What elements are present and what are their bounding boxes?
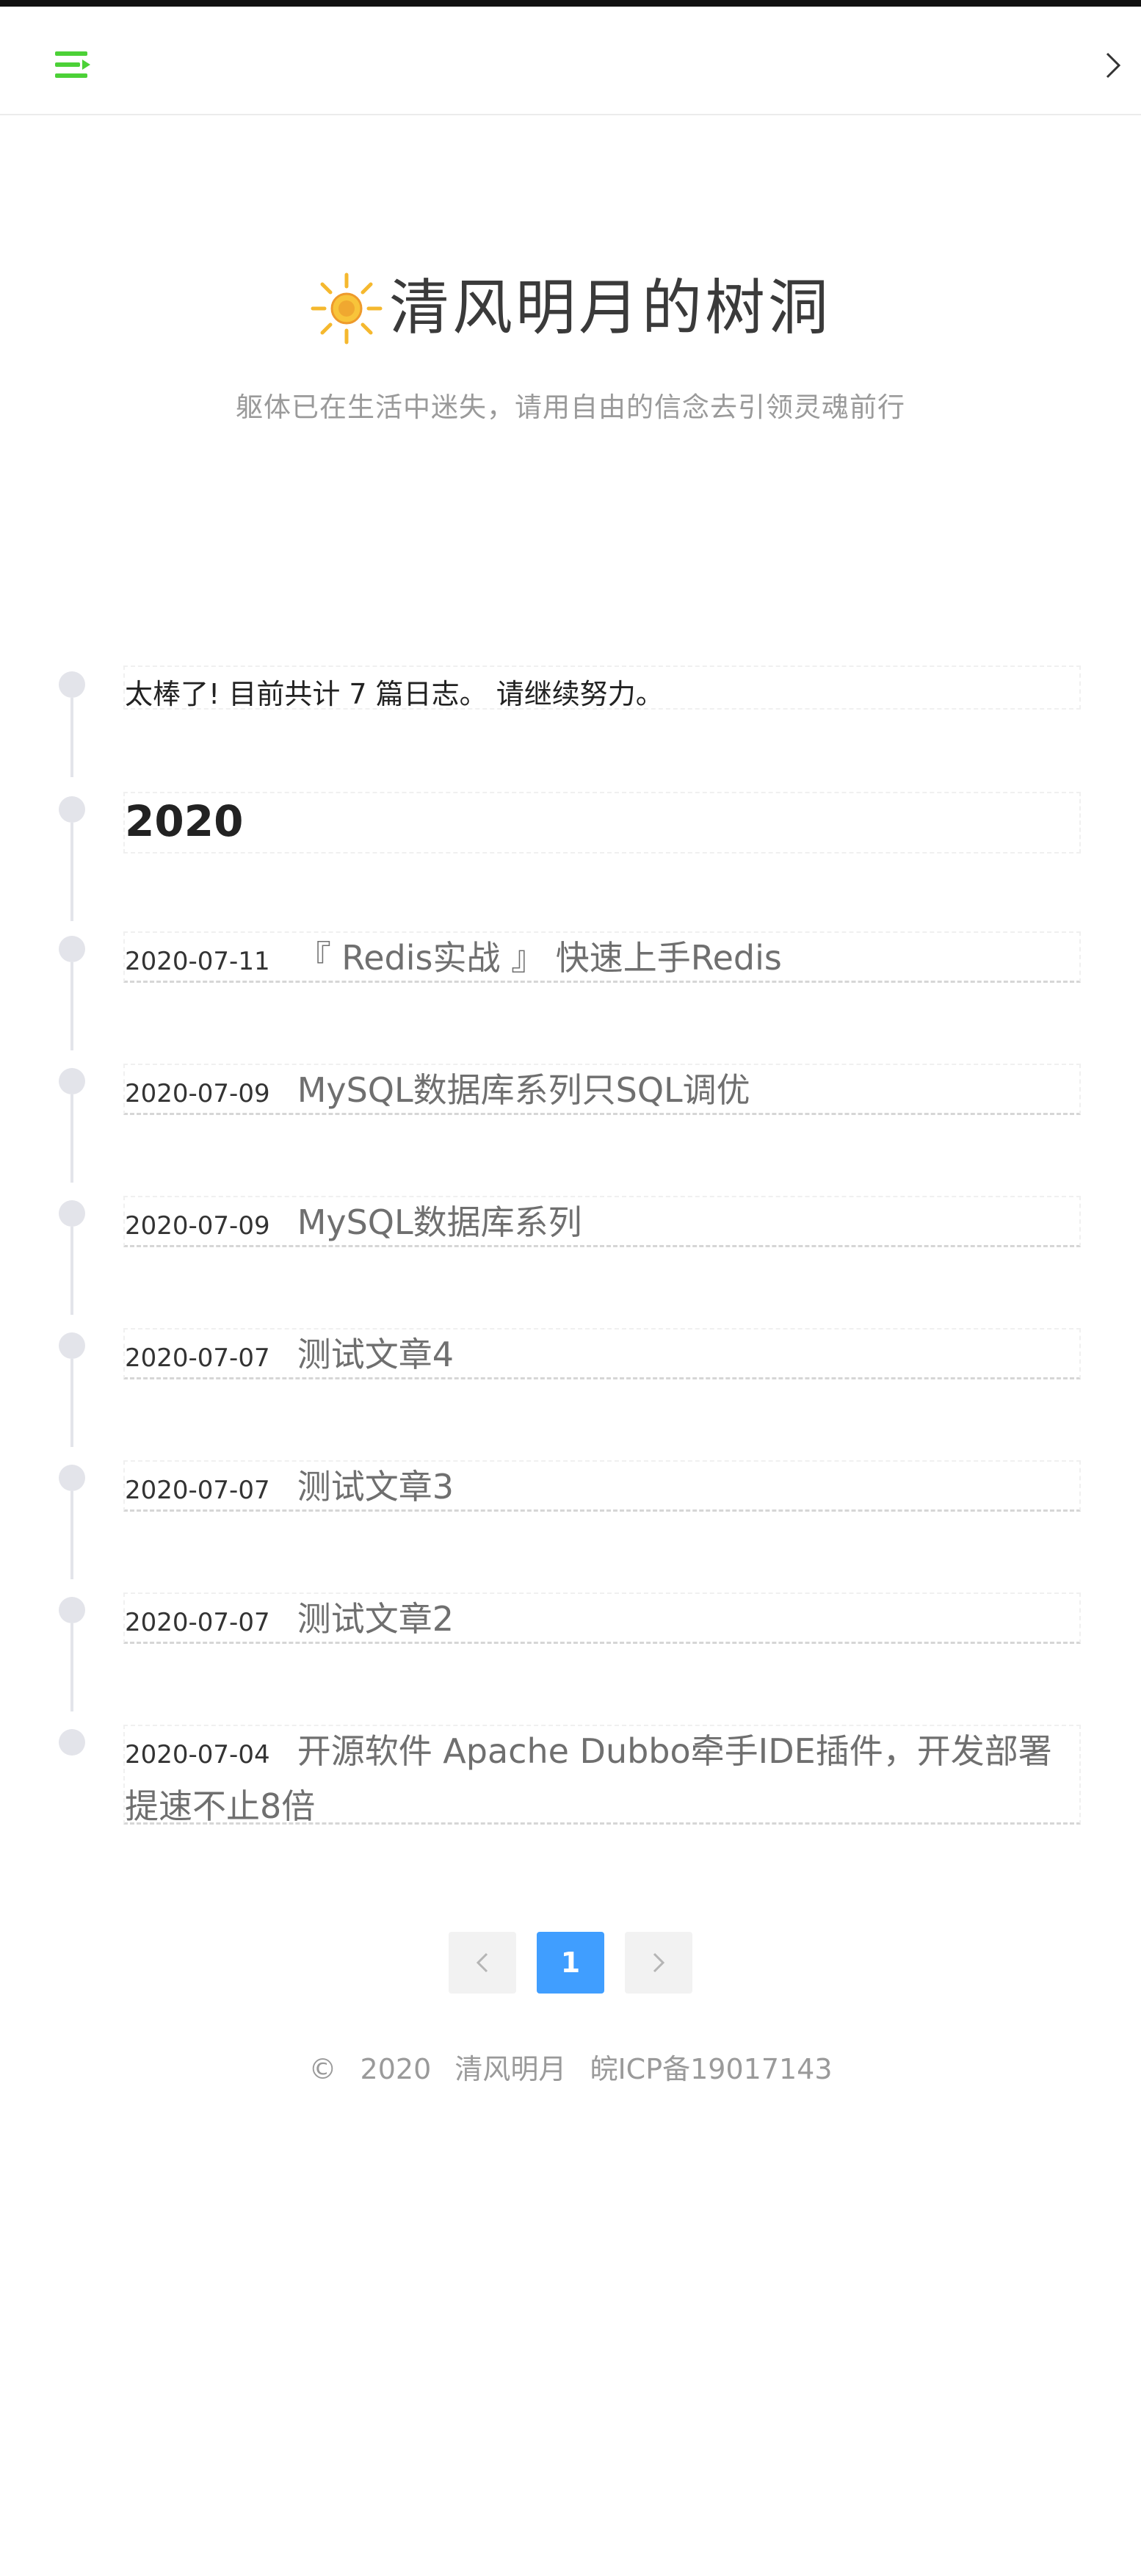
- post-count-summary: 太棒了! 目前共计 7 篇日志。 请继续努力。: [125, 678, 664, 710]
- timeline-dot: [59, 1729, 85, 1756]
- post-date: 2020-07-09: [125, 1079, 270, 1108]
- timeline-dot: [59, 796, 85, 823]
- site-title[interactable]: 清风明月的树洞: [389, 278, 831, 339]
- timeline-dot: [59, 1597, 85, 1623]
- timeline-dot: [59, 1465, 85, 1491]
- site-footer: © 2020 清风明月 皖ICP备19017143: [0, 2046, 1141, 2087]
- top-border: [0, 0, 1141, 7]
- timeline-dot: [59, 1332, 85, 1359]
- post-date: 2020-07-11: [125, 947, 270, 976]
- top-header: [0, 7, 1141, 115]
- post-date: 2020-07-07: [125, 1476, 270, 1505]
- timeline-line: [70, 962, 73, 1050]
- chevron-right-icon: [653, 1952, 665, 1973]
- copyright-symbol: ©: [308, 2053, 337, 2085]
- site-brand: 清风明月的树洞 躯体已在生活中迷失，请用自由的信念去引领灵魂前行: [0, 272, 1141, 425]
- timeline-line: [70, 1227, 73, 1315]
- post-title-link[interactable]: 测试文章4: [297, 1335, 454, 1374]
- chevron-left-icon: [476, 1952, 488, 1973]
- sun-icon: [311, 273, 383, 344]
- timeline-line: [70, 1491, 73, 1579]
- post-title-link[interactable]: 『 Redis实战 』 快速上手Redis: [297, 938, 782, 978]
- page-number-button[interactable]: 1: [537, 1932, 604, 1994]
- prev-page-button[interactable]: [449, 1932, 516, 1994]
- copyright-year: 2020: [360, 2053, 432, 2085]
- timeline-line: [70, 1623, 73, 1711]
- timeline-line: [70, 1359, 73, 1447]
- timeline-dot: [59, 1068, 85, 1094]
- post-date: 2020-07-07: [125, 1608, 270, 1637]
- post-date: 2020-07-09: [125, 1211, 270, 1241]
- next-page-button[interactable]: [625, 1932, 692, 1994]
- chevron-right-icon: [1106, 52, 1121, 79]
- year-heading: 2020: [125, 796, 244, 846]
- timeline-dot: [59, 671, 85, 698]
- icp-license-link[interactable]: 皖ICP备19017143: [590, 2053, 832, 2085]
- pagination: 1: [0, 1932, 1141, 1994]
- timeline-line: [70, 698, 73, 777]
- post-date: 2020-07-04: [125, 1740, 270, 1769]
- timeline-dot: [59, 936, 85, 962]
- expand-button[interactable]: [1098, 45, 1128, 86]
- post-title-link[interactable]: MySQL数据库系列: [297, 1202, 582, 1242]
- site-subtitle: 躯体已在生活中迷失，请用自由的信念去引领灵魂前行: [236, 392, 905, 423]
- post-title-link[interactable]: MySQL数据库系列只SQL调优: [297, 1070, 750, 1110]
- post-date: 2020-07-07: [125, 1343, 270, 1373]
- post-title-link[interactable]: 测试文章3: [297, 1467, 454, 1507]
- menu-button[interactable]: [51, 43, 94, 86]
- post-title-link[interactable]: 测试文章2: [297, 1599, 454, 1639]
- timeline-line: [70, 1094, 73, 1183]
- timeline-line: [70, 823, 73, 921]
- timeline-dot: [59, 1200, 85, 1227]
- site-owner: 清风明月: [454, 2053, 567, 2085]
- menu-list-icon: [55, 51, 90, 78]
